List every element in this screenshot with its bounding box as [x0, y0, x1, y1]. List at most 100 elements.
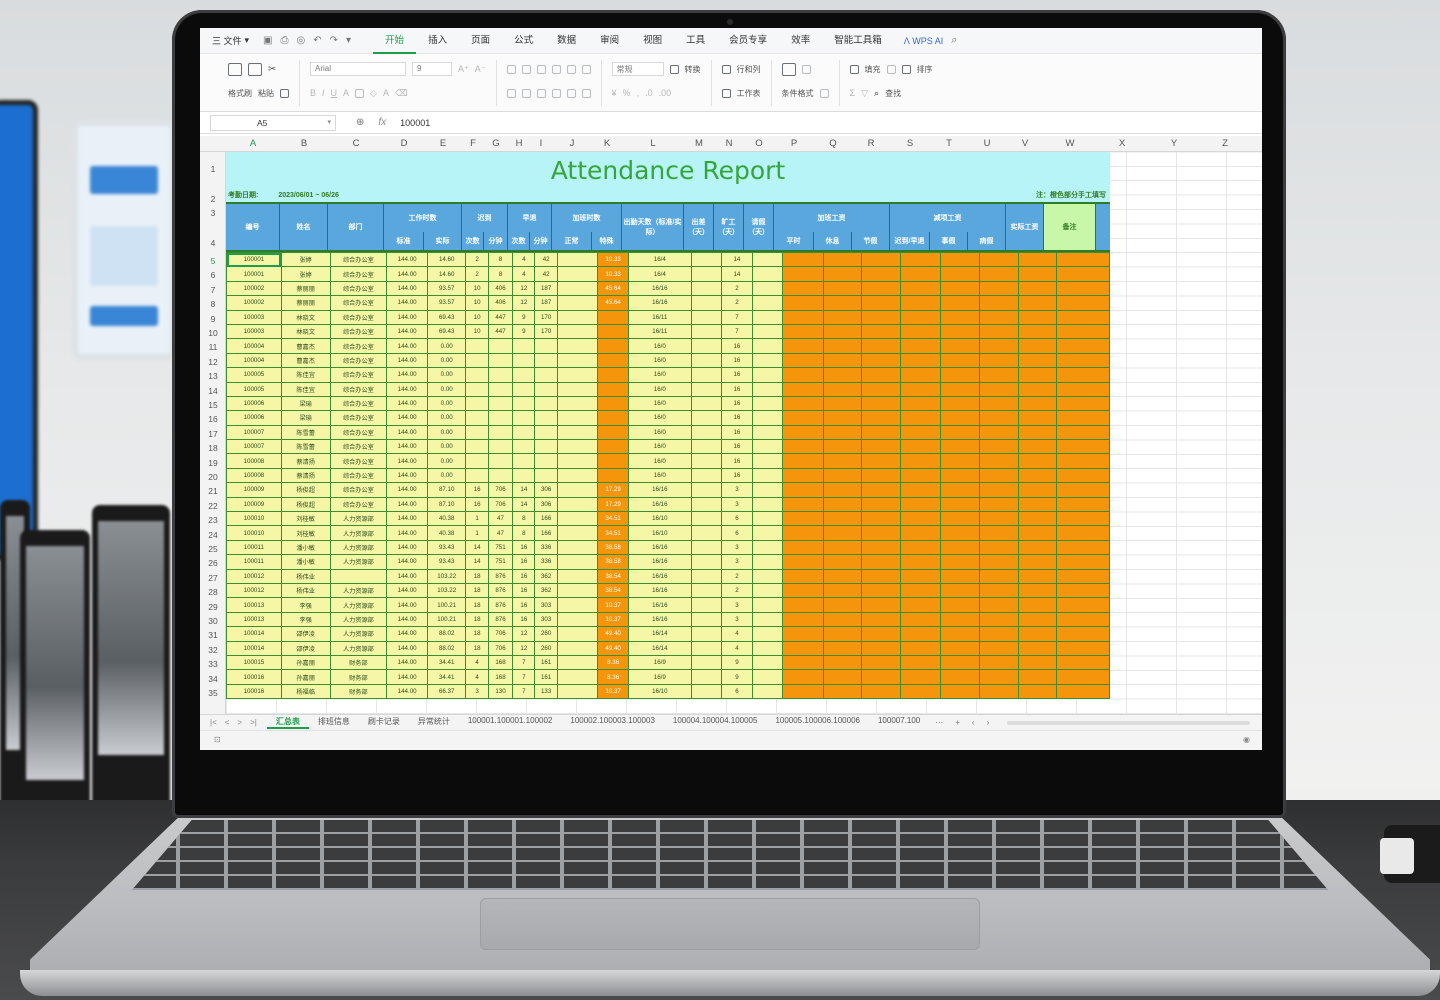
row-header-14[interactable]: 14 [200, 386, 226, 396]
table-cell[interactable] [782, 251, 824, 268]
table-cell[interactable]: 综合办公室 [329, 295, 388, 311]
table-cell[interactable]: 14 [465, 554, 489, 570]
font-size-select[interactable]: 9 [412, 62, 452, 76]
table-cell[interactable] [690, 439, 723, 455]
table-cell[interactable] [465, 367, 489, 383]
table-cell[interactable] [978, 395, 1019, 412]
table-cell[interactable] [487, 367, 514, 383]
column-header-j[interactable]: J [552, 138, 592, 149]
table-cell[interactable] [1017, 654, 1058, 671]
row-header-9[interactable]: 9 [200, 314, 226, 324]
table-cell[interactable] [465, 424, 489, 441]
next-sheet-icon[interactable]: > [237, 718, 242, 727]
table-cell[interactable] [899, 568, 942, 584]
table-cell[interactable]: 综合办公室 [329, 453, 388, 469]
table-cell[interactable]: 16/9 [627, 669, 692, 685]
table-cell[interactable]: 100012 [226, 568, 282, 584]
table-cell[interactable]: 综合办公室 [329, 439, 388, 455]
table-cell[interactable] [512, 424, 536, 441]
row-header-23[interactable]: 23 [200, 515, 226, 525]
table-cell[interactable]: 144.00 [386, 683, 428, 700]
column-header-c[interactable]: C [328, 138, 384, 149]
table-cell[interactable] [940, 568, 980, 584]
table-cell[interactable] [1017, 568, 1058, 584]
table-cell[interactable] [940, 439, 980, 455]
row-header-3[interactable]: 3 [200, 208, 226, 218]
table-cell[interactable]: 梁瑜 [280, 410, 331, 426]
macro-icon[interactable]: ⊡ [214, 735, 221, 744]
table-cell[interactable] [978, 367, 1019, 383]
table-cell[interactable] [487, 410, 514, 426]
filter-icon[interactable]: ▽ [861, 88, 868, 99]
table-cell[interactable] [978, 597, 1019, 613]
table-cell[interactable] [940, 424, 980, 441]
table-cell[interactable] [556, 367, 599, 383]
table-cell[interactable] [978, 568, 1019, 584]
column-header-e[interactable]: E [424, 138, 462, 149]
table-cell[interactable] [940, 295, 980, 311]
table-cell[interactable]: 103.22 [426, 582, 467, 599]
table-cell[interactable]: 16 [721, 352, 753, 369]
table-cell[interactable]: 34.41 [426, 654, 467, 671]
row-header-16[interactable]: 16 [200, 414, 226, 424]
function-icon[interactable]: fx [378, 117, 386, 128]
table-cell[interactable]: 16/0 [627, 367, 692, 383]
table-cell[interactable] [782, 568, 824, 584]
table-cell[interactable]: 潘小敏 [280, 539, 331, 556]
align-right-icon[interactable] [536, 88, 546, 98]
find-button[interactable]: 查找 [885, 88, 901, 99]
table-cell[interactable]: 16 [721, 439, 753, 455]
align-middle-icon[interactable] [521, 64, 531, 74]
table-cell[interactable] [1017, 582, 1058, 599]
table-cell[interactable]: 16/16 [627, 295, 692, 311]
table-cell[interactable] [751, 439, 784, 455]
table-cell[interactable] [556, 395, 599, 412]
column-header-r[interactable]: R [852, 138, 890, 149]
table-cell[interactable] [822, 352, 863, 369]
table-cell[interactable]: 3 [721, 611, 753, 628]
table-style-icon[interactable] [819, 88, 829, 98]
table-cell[interactable] [899, 410, 942, 426]
table-cell[interactable] [751, 597, 784, 613]
table-cell[interactable]: 306 [534, 496, 558, 513]
sheet-tab[interactable]: 100005.100006.100006 [766, 716, 869, 729]
table-cell[interactable] [940, 582, 980, 599]
table-cell[interactable] [822, 410, 863, 426]
table-cell[interactable] [940, 611, 980, 628]
table-cell[interactable] [940, 309, 980, 325]
table-cell[interactable] [690, 453, 723, 469]
table-cell[interactable]: 16/0 [627, 395, 692, 412]
table-cell[interactable] [1017, 482, 1058, 498]
table-cell[interactable] [690, 568, 723, 584]
table-cell[interactable] [556, 482, 599, 498]
table-cell[interactable]: 144.00 [386, 367, 428, 383]
table-cell[interactable] [1017, 280, 1058, 297]
table-cell[interactable]: 100011 [226, 539, 282, 556]
column-header-d[interactable]: D [384, 138, 424, 149]
table-cell[interactable]: 144.00 [386, 266, 428, 282]
table-cell[interactable] [822, 626, 863, 642]
table-cell[interactable] [899, 439, 942, 455]
table-cell[interactable] [782, 395, 824, 412]
table-cell[interactable] [978, 338, 1019, 354]
table-cell[interactable] [940, 654, 980, 671]
table-cell[interactable] [751, 395, 784, 412]
table-cell[interactable]: 综合办公室 [329, 338, 388, 354]
table-cell[interactable] [1017, 453, 1058, 469]
row-header-35[interactable]: 35 [200, 688, 226, 698]
row-header-20[interactable]: 20 [200, 472, 226, 482]
table-cell[interactable]: 260 [534, 640, 558, 656]
column-header-o[interactable]: O [744, 138, 774, 149]
table-cell[interactable] [899, 352, 942, 369]
column-header-f[interactable]: F [462, 138, 484, 149]
table-cell[interactable]: 孙嘉丽 [280, 654, 331, 671]
cut-icon[interactable]: ✂ [268, 64, 276, 75]
table-cell[interactable] [465, 410, 489, 426]
row-header-5[interactable]: 5 [200, 256, 226, 266]
table-cell[interactable]: 100.21 [426, 597, 467, 613]
table-cell[interactable] [899, 496, 942, 513]
table-cell[interactable] [751, 525, 784, 541]
print-icon[interactable]: ⎙ [281, 35, 289, 46]
table-cell[interactable]: 2 [721, 582, 753, 599]
table-cell[interactable] [978, 323, 1019, 340]
